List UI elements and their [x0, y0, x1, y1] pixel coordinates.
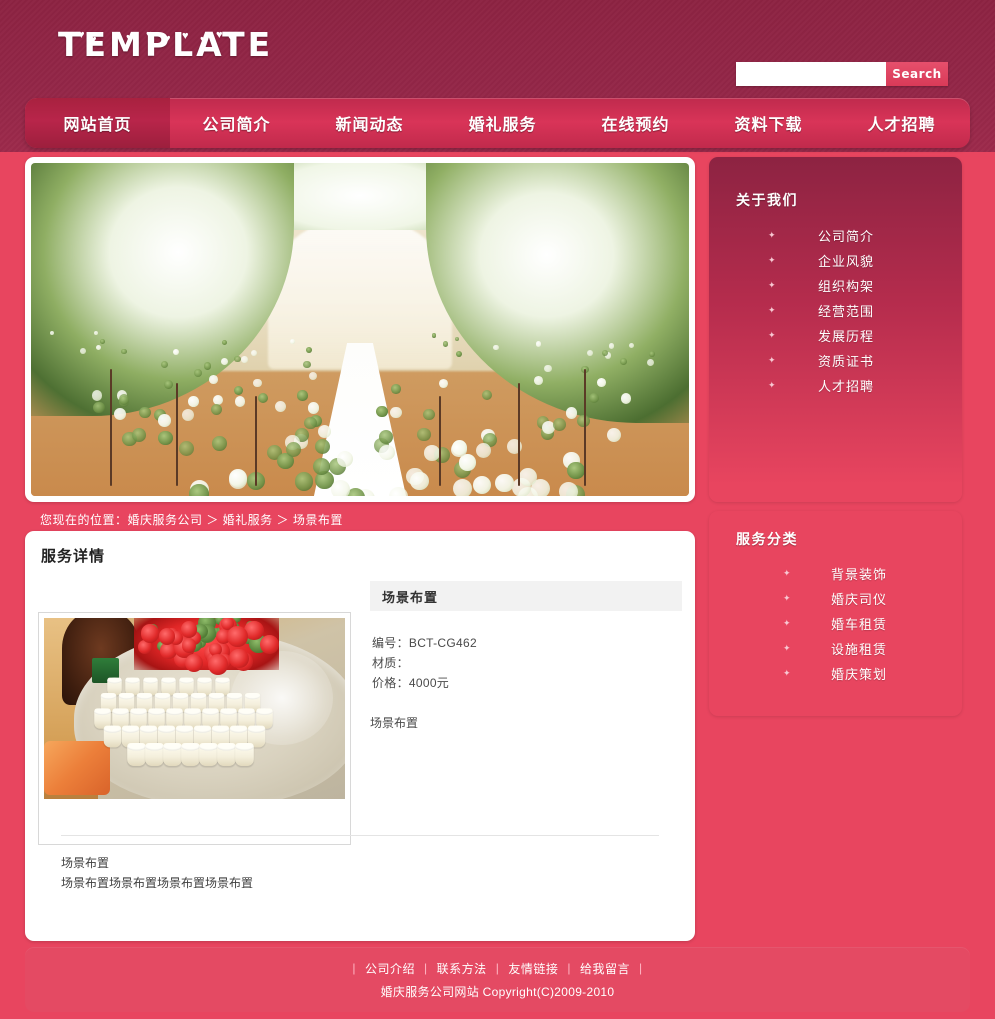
sidebar-service-item-label: 背景装饰 [831, 564, 887, 583]
paper-cup [235, 743, 254, 766]
sidebar-about-item-5[interactable]: ✦ 资质证书 [709, 348, 962, 373]
page-title: 服务详情 [41, 545, 105, 566]
nav-item-6[interactable]: 人才招聘 [835, 98, 968, 148]
sidebar-service-item-label: 设施租赁 [831, 639, 887, 658]
product-field-2: 价格：4000元 [372, 673, 682, 693]
product-detail-column: 场景布置 编号：BCT-CG462 材质： 价格：4000元 场景布置 [370, 581, 682, 733]
bullet-icon: ✦ [768, 231, 776, 240]
sidebar-about-item-3[interactable]: ✦ 经营范围 [709, 298, 962, 323]
paper-cup [181, 743, 200, 766]
paper-cup [145, 743, 164, 766]
product-long-description: 场景布置 场景布置场景布置场景布置场景布置 [61, 853, 661, 893]
sidebar-about-item-4[interactable]: ✦ 发展历程 [709, 323, 962, 348]
product-short-description: 场景布置 [370, 713, 682, 733]
sidebar-about-item-label: 公司简介 [818, 226, 874, 245]
bullet-icon: ✦ [768, 306, 776, 315]
bullet-icon: ✦ [783, 569, 791, 578]
footer-separator: | [639, 961, 643, 975]
search-input[interactable] [736, 62, 886, 86]
product-field-0: 编号：BCT-CG462 [372, 633, 682, 653]
sidebar-about-item-6[interactable]: ✦ 人才招聘 [709, 373, 962, 398]
bullet-icon: ✦ [783, 619, 791, 628]
bullet-icon: ✦ [768, 356, 776, 365]
sidebar-service-item-3[interactable]: ✦ 设施租赁 [709, 636, 962, 661]
hero-banner [25, 157, 695, 502]
sidebar-service-item-4[interactable]: ✦ 婚庆策划 [709, 661, 962, 686]
sidebar-about-item-label: 人才招聘 [818, 376, 874, 395]
nav-item-1[interactable]: 公司简介 [170, 98, 303, 148]
sidebar-about-item-2[interactable]: ✦ 组织构架 [709, 273, 962, 298]
bullet-icon: ✦ [783, 644, 791, 653]
sidebar-about-item-label: 资质证书 [818, 351, 874, 370]
nav-item-4[interactable]: 在线预约 [569, 98, 702, 148]
product-fields: 编号：BCT-CG462 材质： 价格：4000元 [370, 633, 682, 693]
product-thumbnail-frame[interactable] [38, 612, 351, 845]
paper-cup [127, 743, 146, 766]
hero-banner-image [31, 163, 689, 496]
sidebar-about-item-label: 组织构架 [818, 276, 874, 295]
paper-cup [163, 743, 182, 766]
search-form[interactable]: Search [736, 62, 948, 86]
breadcrumb: 您现在的位置：婚庆服务公司 ＞ 婚礼服务 ＞ 场景布置 [40, 511, 343, 528]
sidebar-service-item-label: 婚庆司仪 [831, 589, 887, 608]
paper-cup [199, 743, 218, 766]
sidebar-about-title: 关于我们 [736, 190, 798, 210]
footer-link-3[interactable]: 给我留言 [571, 960, 639, 977]
product-field-1: 材质： [372, 653, 682, 673]
site-logo[interactable]: TEMPLATE [58, 28, 273, 61]
paper-cup [217, 743, 236, 766]
sidebar-about-item-1[interactable]: ✦ 企业风貌 [709, 248, 962, 273]
sidebar-service-panel: 服务分类 ✦ 背景装饰 ✦ 婚庆司仪 ✦ 婚车租赁 ✦ 设施租赁 ✦ 婚庆策划 [709, 511, 962, 716]
content-panel: 服务详情 场景布置 编号：BCT-CG462 材质： 价格：4000元 场景布置 场… [25, 531, 695, 941]
product-name: 场景布置 [370, 581, 682, 611]
description-line-1: 场景布置场景布置场景布置场景布置 [61, 873, 661, 893]
nav-item-0[interactable]: 网站首页 [25, 98, 170, 148]
bullet-icon: ✦ [783, 594, 791, 603]
sidebar-about-list: ✦ 公司简介 ✦ 企业风貌 ✦ 组织构架 ✦ 经营范围 ✦ 发展历程 ✦ 资质证书 ✦ 人才招聘 [709, 223, 962, 398]
footer-links: | 公司介绍 | 联系方法 | 友情链接 | 给我留言 | [352, 960, 642, 977]
sidebar-service-item-0[interactable]: ✦ 背景装饰 [709, 561, 962, 586]
sidebar-service-list: ✦ 背景装饰 ✦ 婚庆司仪 ✦ 婚车租赁 ✦ 设施租赁 ✦ 婚庆策划 [709, 561, 962, 686]
bullet-icon: ✦ [768, 256, 776, 265]
sidebar-service-item-2[interactable]: ✦ 婚车租赁 [709, 611, 962, 636]
sidebar-about-item-0[interactable]: ✦ 公司简介 [709, 223, 962, 248]
nav-item-5[interactable]: 资料下载 [702, 98, 835, 148]
bullet-icon: ✦ [783, 669, 791, 678]
sidebar-about-item-label: 企业风貌 [818, 251, 874, 270]
footer-copyright: 婚庆服务公司网站 Copyright(C)2009-2010 [381, 983, 615, 1000]
section-divider [61, 835, 659, 836]
nav-item-2[interactable]: 新闻动态 [303, 98, 436, 148]
sidebar-service-item-label: 婚车租赁 [831, 614, 887, 633]
description-line-0: 场景布置 [61, 853, 661, 873]
sidebar-about-item-label: 发展历程 [818, 326, 874, 345]
nav-item-3[interactable]: 婚礼服务 [436, 98, 569, 148]
site-footer: | 公司介绍 | 联系方法 | 友情链接 | 给我留言 | 婚庆服务公司网站 Copyright… [25, 947, 970, 1012]
sidebar-about-panel: 关于我们 ✦ 公司简介 ✦ 企业风貌 ✦ 组织构架 ✦ 经营范围 ✦ 发展历程 ✦ 资质证书 ✦ 人才招聘 [709, 157, 962, 502]
sidebar-service-item-1[interactable]: ✦ 婚庆司仪 [709, 586, 962, 611]
footer-link-1[interactable]: 联系方法 [428, 960, 496, 977]
product-thumbnail-image [44, 618, 345, 799]
sidebar-service-item-label: 婚庆策划 [831, 664, 887, 683]
bullet-icon: ✦ [768, 281, 776, 290]
footer-link-2[interactable]: 友情链接 [499, 960, 567, 977]
bullet-icon: ✦ [768, 331, 776, 340]
paper-cup [104, 726, 122, 748]
main-navigation: 网站首页 公司简介 新闻动态 婚礼服务 在线预约 资料下载 人才招聘 [25, 98, 970, 148]
footer-link-0[interactable]: 公司介绍 [356, 960, 424, 977]
bullet-icon: ✦ [768, 381, 776, 390]
sidebar-about-item-label: 经营范围 [818, 301, 874, 320]
sidebar-service-title: 服务分类 [736, 529, 798, 549]
search-button[interactable]: Search [886, 62, 948, 86]
